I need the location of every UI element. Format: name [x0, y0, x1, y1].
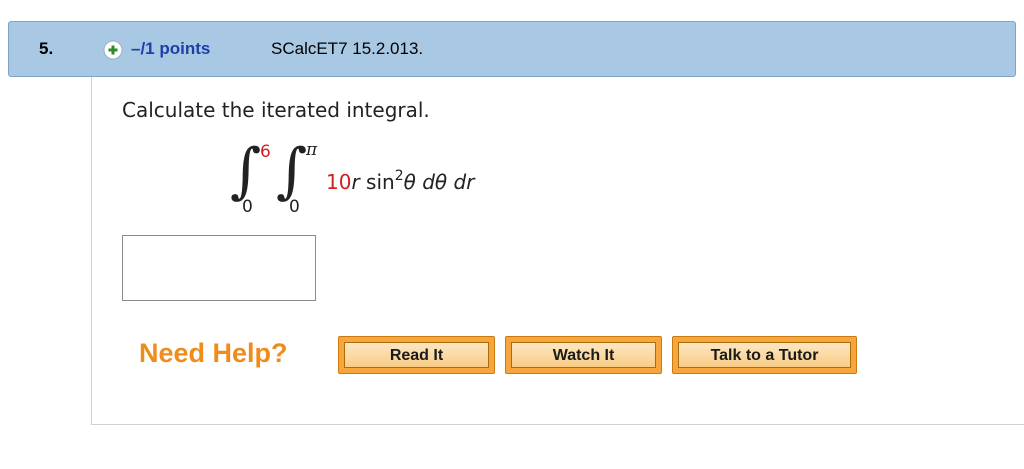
integrand-r: r — [351, 170, 360, 194]
need-help-label: Need Help? — [139, 338, 288, 368]
points-value: –/1 points — [131, 39, 211, 58]
integrand: 10r sin2θ dθ dr — [326, 168, 474, 194]
question-header: 5. –/1 points SCalcET7 15.2.013. — [8, 21, 1016, 77]
inner-integral-sign: ∫ — [276, 136, 308, 206]
question-number: 5. — [39, 39, 54, 58]
talk-to-tutor-button[interactable]: Talk to a Tutor — [672, 336, 857, 374]
answer-input[interactable] — [122, 235, 316, 301]
read-it-label: Read It — [344, 342, 489, 368]
inner-lower-limit: 0 — [289, 197, 300, 217]
integrand-dr: dr — [447, 170, 475, 194]
outer-integral-sign: ∫ — [230, 136, 262, 206]
question-source: SCalcET7 15.2.013. — [271, 39, 424, 58]
watch-it-button[interactable]: Watch It — [505, 336, 662, 374]
read-it-button[interactable]: Read It — [338, 336, 495, 374]
integrand-theta: θ — [403, 170, 416, 194]
talk-to-tutor-label: Talk to a Tutor — [678, 342, 851, 368]
integrand-exponent: 2 — [394, 168, 404, 184]
outer-lower-limit: 0 — [242, 197, 253, 217]
iterated-integral: ∫ 6 0 ∫ π 0 10r sin2θ dθ dr — [226, 134, 546, 220]
inner-upper-limit: π — [306, 140, 318, 160]
watch-it-label: Watch It — [511, 342, 656, 368]
plus-circle-icon[interactable] — [103, 40, 123, 60]
question-prompt: Calculate the iterated integral. — [122, 98, 430, 122]
integrand-coefficient: 10 — [326, 170, 352, 194]
integrand-sin: sin — [359, 170, 395, 194]
outer-upper-limit: 6 — [260, 142, 271, 162]
integrand-dtheta: dθ — [415, 170, 448, 194]
